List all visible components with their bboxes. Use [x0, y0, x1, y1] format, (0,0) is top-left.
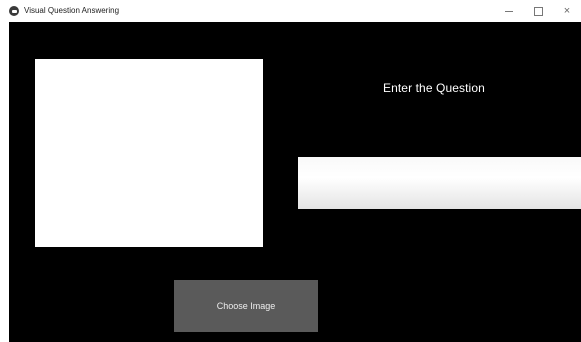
window-title: Visual Question Answering — [24, 6, 120, 15]
choose-image-button[interactable]: Choose Image — [174, 280, 318, 332]
close-icon: × — [563, 4, 571, 17]
title-bar[interactable]: Visual Question Answering × — [0, 0, 581, 22]
close-button[interactable]: × — [550, 0, 581, 22]
client-area: Enter the Question Choose Image — [9, 22, 581, 342]
app-window: Visual Question Answering × Enter the Qu… — [0, 0, 581, 342]
maximize-icon — [533, 6, 543, 16]
image-preview-panel — [35, 59, 263, 247]
choose-image-label: Choose Image — [216, 301, 276, 311]
question-input[interactable] — [298, 157, 581, 209]
question-label: Enter the Question — [383, 81, 485, 95]
minimize-icon — [505, 10, 513, 12]
app-icon — [9, 6, 19, 16]
